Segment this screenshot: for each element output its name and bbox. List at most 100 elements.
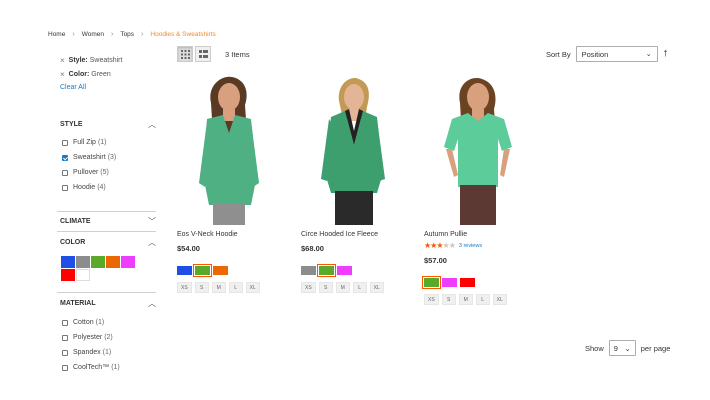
- color-filter: COLOR ︿: [57, 235, 156, 249]
- style-filter-title: STYLE: [60, 120, 83, 128]
- product-name[interactable]: Circe Hooded Ice Fleece: [301, 231, 411, 238]
- product-card: Autumn Pullie ★ ★ ★ ★ ★ 3 reviews $57.00…: [422, 75, 534, 305]
- sort-by-select[interactable]: Position ⌄: [575, 46, 658, 62]
- color-swatch-blue[interactable]: [177, 266, 192, 275]
- material-filter-options: Cotton (1) Polyester (2) Spandex (1) Coo…: [57, 315, 156, 375]
- limiter-select[interactable]: 9 ⌄: [608, 340, 636, 356]
- active-filters: × Style: Sweatshirt × Color: Green Clear…: [60, 56, 156, 91]
- remove-filter-icon[interactable]: ×: [60, 70, 65, 79]
- material-option-polyester[interactable]: Polyester (2): [62, 330, 156, 345]
- style-option-full-zip[interactable]: Full Zip (1): [62, 135, 156, 150]
- size-swatch[interactable]: L: [228, 282, 243, 293]
- model-photo-icon: [199, 76, 259, 225]
- size-swatch[interactable]: M: [335, 282, 350, 293]
- breadcrumb-women[interactable]: Women: [82, 31, 104, 38]
- product-name[interactable]: Eos V-Neck Hoodie: [177, 231, 287, 238]
- clear-all-link[interactable]: Clear All: [60, 84, 156, 91]
- breadcrumb-home[interactable]: Home: [48, 31, 65, 38]
- checkbox[interactable]: [62, 349, 68, 356]
- size-swatch[interactable]: S: [318, 282, 333, 293]
- style-filter-options: Full Zip (1) Sweatshirt (3) Pullover (5)…: [57, 135, 156, 195]
- size-swatch[interactable]: XL: [245, 282, 260, 293]
- checkbox[interactable]: [62, 139, 68, 146]
- breadcrumb-separator-icon: ›: [110, 31, 114, 38]
- product-name[interactable]: Autumn Pullie: [424, 231, 534, 238]
- checkbox[interactable]: [62, 169, 68, 176]
- color-swatch-orange[interactable]: [106, 256, 120, 268]
- material-option-cotton[interactable]: Cotton (1): [62, 315, 156, 330]
- size-swatch[interactable]: XS: [301, 282, 316, 293]
- color-swatch-purple[interactable]: [442, 278, 457, 287]
- list-view-button[interactable]: [195, 46, 211, 62]
- style-option-sweatshirt[interactable]: Sweatshirt (3): [62, 150, 156, 165]
- color-swatch-white[interactable]: [76, 269, 90, 281]
- color-swatch-purple[interactable]: [121, 256, 135, 268]
- color-filter-header[interactable]: COLOR ︿: [57, 235, 156, 249]
- color-swatch-gray[interactable]: [301, 266, 316, 275]
- color-swatch-gray[interactable]: [76, 256, 90, 268]
- option-label: Polyester: [73, 334, 103, 341]
- size-swatch[interactable]: XL: [369, 282, 384, 293]
- size-swatch[interactable]: M: [211, 282, 226, 293]
- size-swatch[interactable]: L: [352, 282, 367, 293]
- material-option-cooltech[interactable]: CoolTech™ (1): [62, 360, 156, 375]
- checkbox[interactable]: [62, 319, 68, 326]
- climate-filter-header[interactable]: CLIMATE ﹀: [57, 214, 156, 228]
- items-count: 3 Items: [225, 49, 250, 59]
- active-filter-color: × Color: Green: [60, 70, 156, 79]
- product-size-swatches: XS S M L XL: [424, 294, 534, 305]
- color-swatch-orange[interactable]: [213, 266, 228, 275]
- per-page-label: per page: [640, 343, 671, 353]
- color-swatch-green[interactable]: [422, 276, 441, 289]
- color-swatch-red[interactable]: [460, 278, 475, 287]
- option-count: (1): [95, 319, 105, 326]
- color-swatch-blue[interactable]: [61, 256, 75, 268]
- product-image[interactable]: [177, 75, 282, 225]
- option-count: (1): [111, 364, 120, 371]
- size-swatch[interactable]: S: [441, 294, 456, 305]
- toolbar: 3 Items: [177, 46, 250, 62]
- size-swatch[interactable]: XS: [424, 294, 439, 305]
- star-empty-icon: ★: [448, 241, 456, 250]
- style-option-hoodie[interactable]: Hoodie (4): [62, 180, 156, 195]
- size-swatch[interactable]: M: [458, 294, 473, 305]
- option-label: CoolTech™: [73, 364, 110, 371]
- color-swatch-red[interactable]: [61, 269, 75, 281]
- color-swatch-green[interactable]: [317, 264, 336, 277]
- option-label: Cotton: [73, 319, 94, 326]
- color-swatch-green[interactable]: [91, 256, 105, 268]
- color-swatch-green[interactable]: [193, 264, 212, 277]
- chevron-down-icon: ⌄: [624, 343, 631, 353]
- product-price: $54.00: [177, 244, 200, 253]
- breadcrumb-separator-icon: ›: [72, 31, 75, 38]
- checkbox[interactable]: [62, 154, 68, 161]
- size-swatch[interactable]: S: [194, 282, 209, 293]
- product-color-swatches: [422, 276, 534, 289]
- option-count: (1): [102, 349, 112, 356]
- model-photo-icon: [444, 78, 512, 225]
- material-filter-header[interactable]: MATERIAL ︿: [57, 296, 156, 310]
- color-swatch-purple[interactable]: [337, 266, 352, 275]
- product-card: Circe Hooded Ice Fleece $68.00 XS S M L …: [301, 75, 411, 293]
- size-swatch[interactable]: XL: [492, 294, 507, 305]
- product-image[interactable]: [424, 75, 529, 225]
- checkbox[interactable]: [62, 364, 68, 371]
- climate-filter: CLIMATE ﹀: [57, 214, 156, 228]
- size-swatch[interactable]: XS: [177, 282, 192, 293]
- sort-by-label: Sort By: [546, 49, 571, 59]
- grid-view-button[interactable]: [177, 46, 193, 62]
- breadcrumb-separator-icon: ›: [141, 31, 144, 38]
- reviews-link[interactable]: 3 reviews: [459, 243, 482, 249]
- checkbox[interactable]: [62, 334, 68, 341]
- breadcrumb-tops[interactable]: Tops: [120, 31, 134, 38]
- style-filter-header[interactable]: STYLE ︿: [57, 117, 156, 131]
- chevron-down-icon: ﹀: [148, 216, 156, 226]
- checkbox[interactable]: [62, 184, 68, 191]
- sort-direction-arrow-icon[interactable]: 🠕: [664, 46, 668, 62]
- remove-filter-icon[interactable]: ×: [60, 56, 65, 65]
- product-image[interactable]: [301, 75, 406, 225]
- material-option-spandex[interactable]: Spandex (1): [62, 345, 156, 360]
- style-option-pullover[interactable]: Pullover (5): [62, 165, 156, 180]
- color-filter-title: COLOR: [60, 238, 86, 246]
- size-swatch[interactable]: L: [475, 294, 490, 305]
